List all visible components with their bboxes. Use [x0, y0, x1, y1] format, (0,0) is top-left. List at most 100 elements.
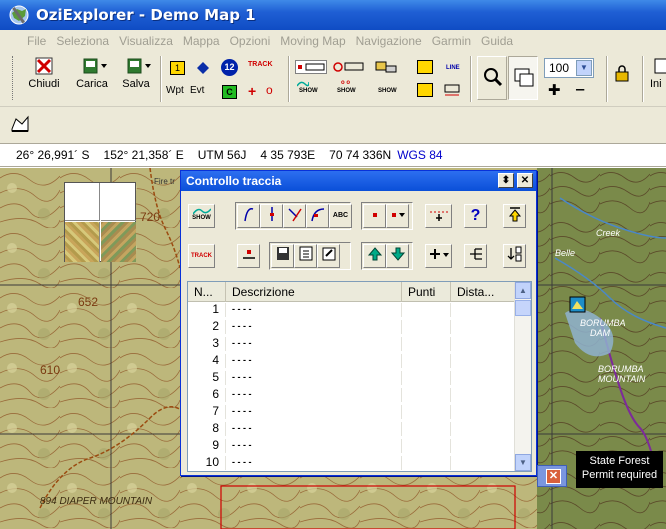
help-button[interactable]: ? [464, 204, 487, 228]
add-trackpoint-button[interactable] [363, 204, 386, 228]
table-row[interactable]: 8- - - - [188, 422, 516, 436]
dialog-roll-icon[interactable]: ⬍ [498, 173, 514, 188]
arrow-up-icon [367, 247, 382, 261]
show-route-icon[interactable]: SHOW [374, 82, 404, 96]
title-bar[interactable]: OziExplorer - Demo Map 1 [0, 0, 666, 30]
draw-curve-button[interactable] [237, 204, 260, 228]
move-up-button[interactable] [363, 244, 386, 268]
tree-icon [469, 248, 482, 260]
map-label-elevation: 720 [140, 210, 161, 224]
move-top-button[interactable] [503, 204, 526, 228]
add-dropdown-button[interactable] [425, 244, 452, 268]
zoom-out-icon[interactable]: ‒ [576, 81, 584, 98]
map-feature-icon[interactable] [417, 60, 433, 74]
point-circle-icon[interactable]: o [266, 83, 281, 97]
add-segment-button[interactable] [425, 204, 452, 228]
map-thumbnail[interactable] [64, 182, 136, 262]
row-number: 3 [188, 337, 226, 351]
tree-button[interactable] [464, 244, 487, 268]
show-waypoint-icon[interactable]: o o SHOW [333, 80, 365, 96]
zoom-in-icon[interactable]: ✚ [548, 81, 561, 99]
menu-garmin[interactable]: Garmin [427, 34, 476, 48]
trackpoint-line-button[interactable] [237, 244, 260, 268]
show-route-label: SHOW [378, 88, 397, 94]
sub-window-close-icon[interactable]: ✕ [546, 469, 561, 484]
show-track-button[interactable]: SHOW [188, 204, 215, 228]
column-number[interactable]: N... [188, 282, 226, 302]
insert-point-button[interactable] [260, 204, 283, 228]
select-map-button[interactable] [508, 56, 538, 100]
split-track-button[interactable] [306, 204, 329, 228]
event-diamond-icon[interactable] [196, 61, 211, 75]
table-row[interactable]: 5- - - - [188, 371, 516, 385]
track-list-header: N... Descrizione Punti Dista... [188, 282, 516, 302]
table-row[interactable]: 6- - - - [188, 388, 516, 402]
event-label[interactable]: Evt [190, 85, 204, 96]
column-points[interactable]: Punti [402, 282, 451, 302]
dialog-close-icon[interactable]: ✕ [517, 173, 533, 188]
map-window-icon [513, 67, 535, 92]
zoom-select[interactable]: 100 ▼ [544, 58, 594, 78]
row-description: - - - - [226, 456, 402, 470]
label-button[interactable]: ABC [329, 204, 352, 228]
table-row[interactable]: 10- - - - [188, 456, 516, 470]
route-count-icon[interactable]: 12 [221, 59, 238, 76]
menu-navigazione[interactable]: Navigazione [351, 34, 427, 48]
range-ring-icon[interactable] [443, 83, 463, 97]
add-point-icon[interactable]: + [248, 83, 263, 99]
column-distance[interactable]: Dista... [451, 282, 516, 302]
move-point-button[interactable] [283, 204, 306, 228]
menu-seleziona[interactable]: Seleziona [51, 34, 114, 48]
datum-readout[interactable]: WGS 84 [397, 148, 442, 162]
scroll-thumb[interactable] [515, 300, 531, 316]
map-tool-icon[interactable] [10, 115, 30, 136]
dialog-title-bar[interactable]: Controllo traccia ⬍ ✕ [181, 171, 536, 191]
menu-mappa[interactable]: Mappa [178, 34, 225, 48]
table-row[interactable]: 1- - - - [188, 303, 516, 317]
track-line-icon[interactable] [295, 60, 327, 74]
map-feature2-icon[interactable] [417, 83, 433, 97]
track-button[interactable]: TRACK [188, 244, 215, 268]
menu-guida[interactable]: Guida [476, 34, 518, 48]
column-description[interactable]: Descrizione [226, 282, 402, 302]
waypoint-label[interactable]: Wpt [166, 85, 184, 96]
table-row[interactable]: 2- - - - [188, 320, 516, 334]
track-list[interactable]: N... Descrizione Punti Dista... 1- - - -… [187, 281, 532, 472]
waypoint-line-icon[interactable] [333, 60, 365, 74]
scroll-up-icon[interactable]: ▲ [515, 282, 531, 299]
track-properties-button[interactable] [317, 244, 340, 268]
move-down-button[interactable] [386, 244, 409, 268]
right-tool-button[interactable]: Ini [650, 56, 666, 90]
show-track-icon[interactable]: SHOW [295, 81, 327, 96]
sort-button[interactable] [503, 244, 526, 268]
table-row[interactable]: 9- - - - [188, 439, 516, 453]
menu-moving-map[interactable]: Moving Map [275, 34, 350, 48]
track-list-button[interactable] [294, 244, 317, 268]
table-row[interactable]: 4- - - - [188, 354, 516, 368]
trackpoint-dropdown-button[interactable] [386, 204, 409, 228]
waypoint-number-icon[interactable]: 1 [170, 61, 185, 75]
menu-file[interactable]: File [22, 34, 51, 48]
close-button[interactable]: Chiudi [24, 56, 64, 90]
lock-icon[interactable] [614, 64, 630, 85]
row-distance [451, 388, 516, 402]
table-row[interactable]: 7- - - - [188, 405, 516, 419]
toolbar-grip[interactable] [12, 56, 15, 100]
zoom-dropdown-icon[interactable]: ▼ [576, 60, 592, 76]
row-distance [451, 320, 516, 334]
track-badge-icon[interactable]: TRACK [248, 61, 284, 75]
menu-visualizza[interactable]: Visualizza [114, 34, 178, 48]
save-track-button[interactable] [271, 244, 294, 268]
save-button[interactable]: Salva [116, 56, 156, 90]
insert-point-icon [269, 207, 274, 221]
scroll-down-icon[interactable]: ▼ [515, 454, 531, 471]
line-icon[interactable]: LINE [443, 58, 463, 72]
find-button[interactable] [477, 56, 507, 100]
table-row[interactable]: 3- - - - [188, 337, 516, 351]
map-label-borumba-dam: DAM [590, 328, 610, 338]
track-list-scrollbar[interactable]: ▲ ▼ [514, 282, 531, 471]
menu-opzioni[interactable]: Opzioni [225, 34, 276, 48]
load-button[interactable]: Carica [72, 56, 112, 90]
route-flag-icon[interactable] [374, 60, 398, 74]
event-c-icon[interactable]: C [222, 85, 237, 99]
